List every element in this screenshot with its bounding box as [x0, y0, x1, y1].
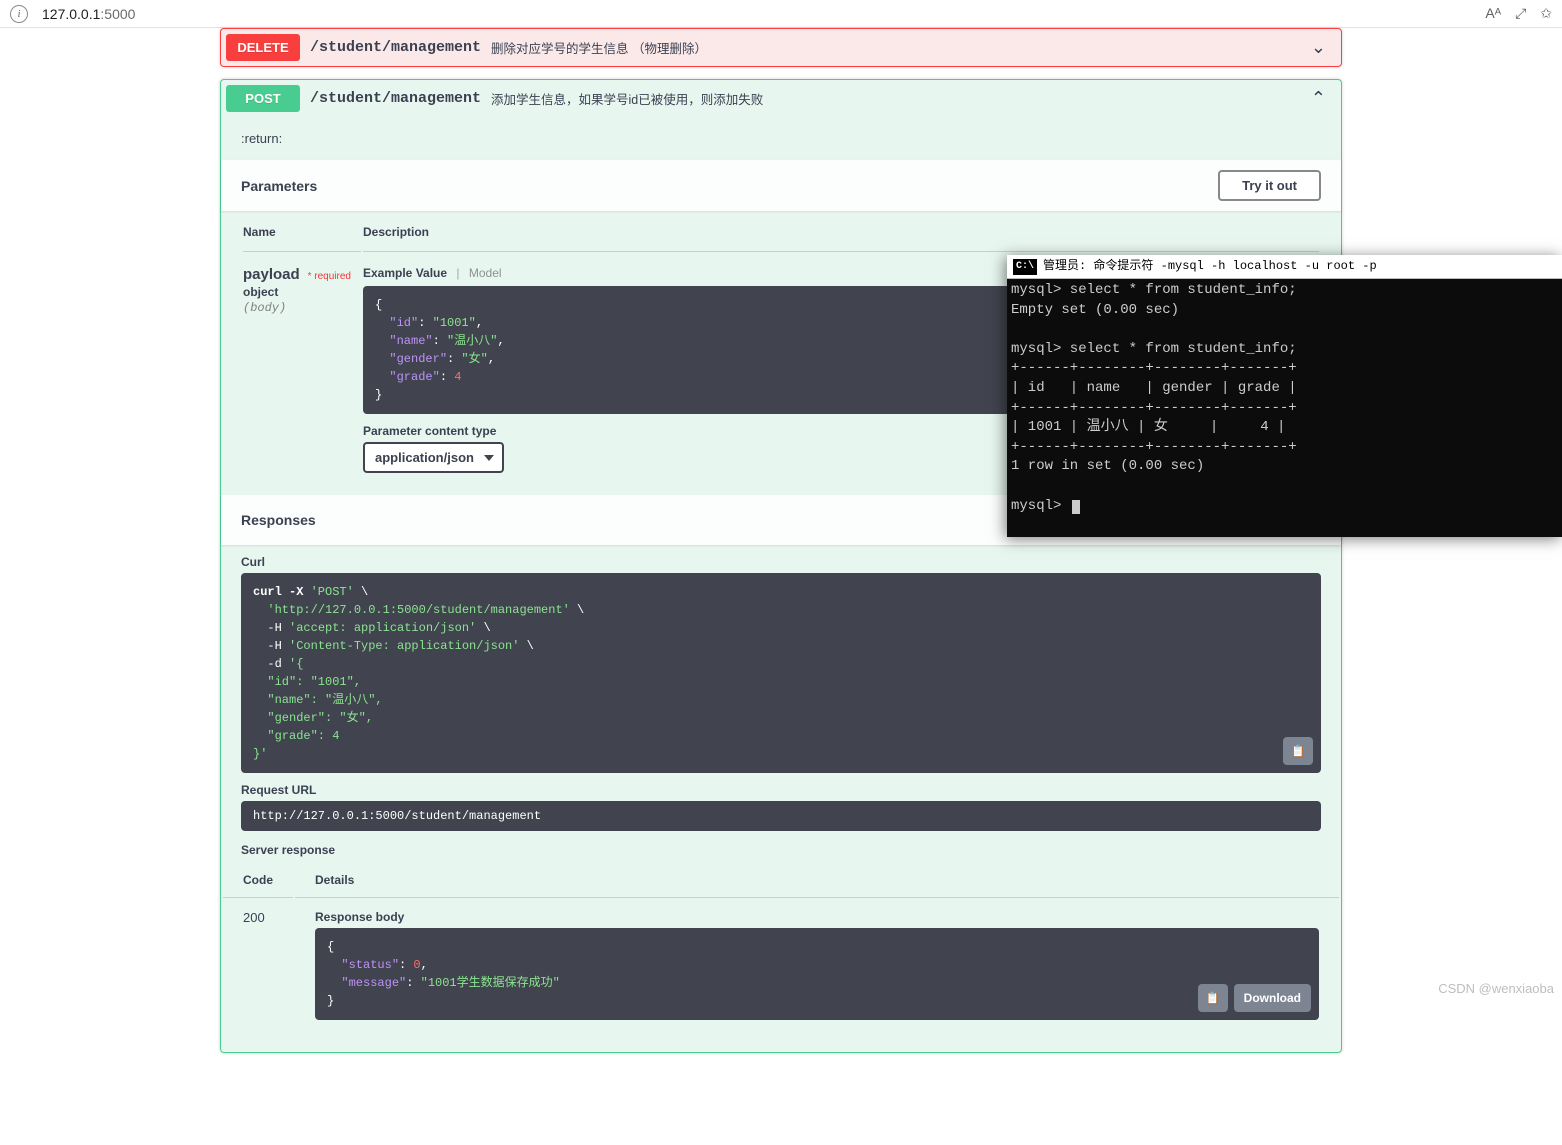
- responses-wrap: Curl curl -X 'POST' \ 'http://127.0.0.1:…: [221, 545, 1341, 1052]
- cmd-icon: C:\: [1013, 259, 1037, 275]
- browser-address-bar: i 127.0.0.1:5000 Aᴬ ⤢ ✩: [0, 0, 1562, 28]
- response-row: 200 Response body { "status": 0, "messag…: [223, 900, 1339, 1030]
- terminal-body[interactable]: mysql> select * from student_info; Empty…: [1007, 279, 1562, 518]
- post-summary: 添加学生信息，如果学号id已被使用，则添加失败: [491, 89, 763, 108]
- browser-right-icons: Aᴬ ⤢ ✩: [1485, 5, 1552, 22]
- zoom-icon[interactable]: ⤢: [1515, 5, 1526, 22]
- param-name: payload: [243, 266, 300, 283]
- delete-summary: 删除对应学号的学生信息 （物理删除）: [491, 38, 707, 57]
- curl-label: Curl: [221, 545, 1341, 573]
- parameters-title: Parameters: [241, 178, 317, 194]
- terminal-window[interactable]: C:\ 管理员: 命令提示符 - mysql -h localhost -u r…: [1007, 255, 1562, 537]
- return-desc-text: :return:: [241, 131, 282, 146]
- server-response-label: Server response: [221, 831, 1341, 861]
- chevron-down-icon[interactable]: ⌄: [1311, 37, 1326, 58]
- content-type-select[interactable]: application/json: [363, 442, 504, 473]
- parameters-header: Parameters Try it out: [221, 160, 1341, 211]
- col-code-header: Code: [223, 863, 293, 898]
- param-in: (body): [243, 301, 361, 315]
- method-badge-delete: DELETE: [226, 34, 300, 61]
- col-details-header: Details: [295, 863, 1339, 898]
- request-url-label: Request URL: [221, 773, 1341, 801]
- copy-response-button[interactable]: 📋: [1198, 984, 1228, 1012]
- col-desc-header: Description: [363, 213, 1319, 252]
- col-name-header: Name: [243, 213, 361, 252]
- terminal-title-cmd: mysql -h localhost -u root -p: [1168, 258, 1377, 275]
- response-code: 200: [223, 900, 293, 1030]
- cursor-block: [1072, 500, 1080, 514]
- response-body-label: Response body: [315, 910, 1319, 928]
- tab-example-value[interactable]: Example Value: [363, 266, 447, 280]
- watermark: CSDN @wenxiaoba: [1438, 981, 1554, 996]
- post-path: /student/management: [310, 90, 481, 107]
- chevron-up-icon[interactable]: ⌃: [1311, 88, 1326, 109]
- response-body-block[interactable]: { "status": 0, "message": "1001学生数据保存成功"…: [315, 928, 1319, 1020]
- content-type-select-wrap: application/json: [363, 442, 504, 473]
- param-type: object: [243, 283, 361, 301]
- opblock-delete: DELETE /student/management 删除对应学号的学生信息 （…: [220, 28, 1342, 67]
- url-text[interactable]: 127.0.0.1:5000: [42, 6, 135, 22]
- terminal-titlebar[interactable]: C:\ 管理员: 命令提示符 - mysql -h localhost -u r…: [1007, 255, 1562, 279]
- delete-summary-row[interactable]: DELETE /student/management 删除对应学号的学生信息 （…: [221, 29, 1341, 66]
- delete-path: /student/management: [310, 39, 481, 56]
- download-button[interactable]: Download: [1234, 984, 1311, 1012]
- required-star: * required: [304, 271, 351, 282]
- responses-title: Responses: [241, 512, 316, 528]
- request-url-value[interactable]: http://127.0.0.1:5000/student/management: [241, 801, 1321, 831]
- method-badge-post: POST: [226, 85, 300, 112]
- swagger-page: DELETE /student/management 删除对应学号的学生信息 （…: [220, 28, 1342, 1145]
- post-summary-row[interactable]: POST /student/management 添加学生信息，如果学号id已被…: [221, 80, 1341, 117]
- post-description: :return:: [221, 117, 1341, 160]
- response-table: Code Details 200 Response body { "status…: [221, 861, 1341, 1032]
- read-aloud-icon[interactable]: Aᴬ: [1485, 5, 1501, 22]
- opblock-post: POST /student/management 添加学生信息，如果学号id已被…: [220, 79, 1342, 1053]
- favorite-icon[interactable]: ✩: [1540, 5, 1552, 22]
- tab-model[interactable]: Model: [469, 266, 502, 280]
- info-icon[interactable]: i: [10, 5, 28, 23]
- curl-block[interactable]: curl -X 'POST' \ 'http://127.0.0.1:5000/…: [241, 573, 1321, 773]
- copy-curl-button[interactable]: 📋: [1283, 737, 1313, 765]
- terminal-title-prefix: 管理员: 命令提示符 -: [1043, 258, 1168, 275]
- try-it-out-button[interactable]: Try it out: [1218, 170, 1321, 201]
